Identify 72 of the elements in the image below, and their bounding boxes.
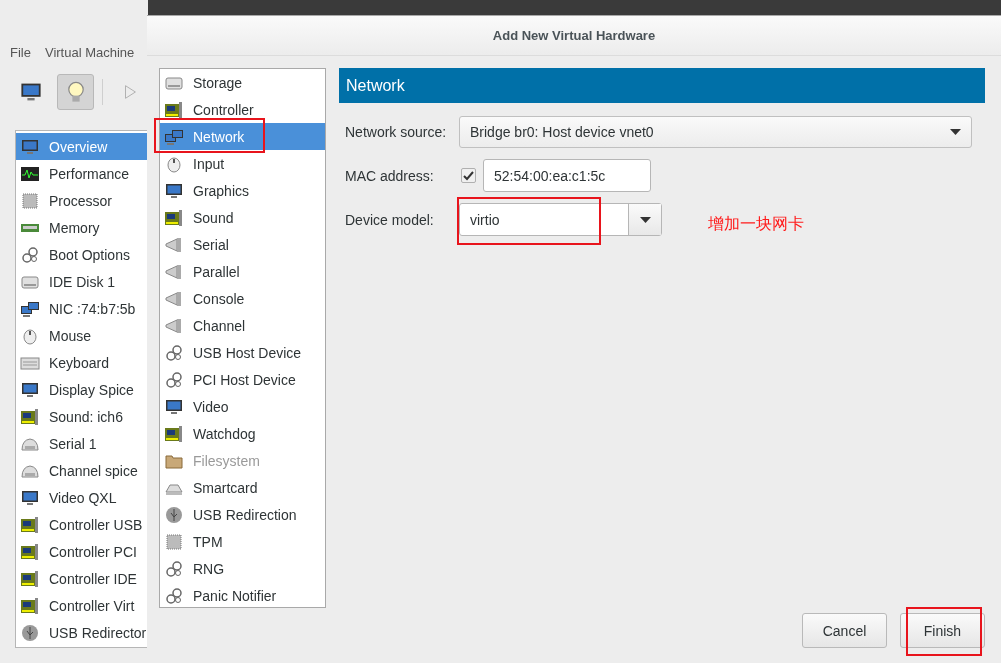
hardware-item[interactable]: Channel spice bbox=[16, 457, 148, 484]
circuit-board-icon bbox=[20, 514, 40, 535]
hardware-item[interactable]: Controller IDE bbox=[16, 565, 148, 592]
hardware-item[interactable]: IDE Disk 1 bbox=[16, 268, 148, 295]
usb-icon bbox=[164, 504, 184, 525]
device-item[interactable]: Panic Notifier bbox=[160, 582, 325, 609]
field-label: Device model: bbox=[345, 211, 435, 228]
section-header: Network bbox=[339, 68, 985, 103]
gears-icon bbox=[164, 342, 184, 363]
hardware-item[interactable]: Boot Options bbox=[16, 241, 148, 268]
circuit-board-icon bbox=[20, 541, 40, 562]
device-item[interactable]: Input bbox=[160, 150, 325, 177]
hardware-item[interactable]: NIC :74:b7:5b bbox=[16, 295, 148, 322]
field-label: MAC address: bbox=[345, 167, 435, 184]
circuit-board-icon bbox=[20, 568, 40, 589]
mac-address-field[interactable]: 52:54:00:ea:c1:5c bbox=[483, 159, 651, 192]
device-item[interactable]: TPM bbox=[160, 528, 325, 555]
chip-icon bbox=[164, 531, 184, 552]
device-item[interactable]: Video bbox=[160, 393, 325, 420]
device-item[interactable]: Controller bbox=[160, 96, 325, 123]
menu-item[interactable]: File bbox=[10, 45, 31, 67]
device-item[interactable]: Console bbox=[160, 285, 325, 312]
hardware-item[interactable]: Video QXL bbox=[16, 484, 148, 511]
hardware-item[interactable]: Controller PCI bbox=[16, 538, 148, 565]
hardware-item[interactable]: Controller Virt bbox=[16, 592, 148, 619]
device-item[interactable]: Parallel bbox=[160, 258, 325, 285]
caret-icon bbox=[950, 129, 961, 135]
hardware-item[interactable]: Controller USB bbox=[16, 511, 148, 538]
dialog-button[interactable]: Cancel bbox=[802, 613, 887, 648]
circuit-board-icon bbox=[20, 406, 40, 427]
circuit-board-icon bbox=[164, 99, 184, 120]
device-item[interactable]: Serial bbox=[160, 231, 325, 258]
device-item[interactable]: Channel bbox=[160, 312, 325, 339]
gears-icon bbox=[164, 585, 184, 606]
hardware-item[interactable]: Sound: ich6 bbox=[16, 403, 148, 430]
device-item[interactable]: Sound bbox=[160, 204, 325, 231]
hardware-item[interactable]: Keyboard bbox=[16, 349, 148, 376]
annotation-text: 增加一块网卡 bbox=[708, 214, 804, 234]
circuit-board-icon bbox=[20, 595, 40, 616]
device-item[interactable]: RNG bbox=[160, 555, 325, 582]
device-item[interactable]: Storage bbox=[160, 69, 325, 96]
circuit-board-icon bbox=[164, 423, 184, 444]
gears-icon bbox=[20, 244, 40, 265]
dialog-button[interactable]: Finish bbox=[900, 613, 985, 648]
hardware-item[interactable]: Mouse bbox=[16, 322, 148, 349]
circuit-board-icon bbox=[164, 207, 184, 228]
gears-icon bbox=[164, 369, 184, 390]
checkbox[interactable] bbox=[461, 168, 476, 183]
gears-icon bbox=[164, 558, 184, 579]
hardware-item[interactable]: Performance bbox=[16, 160, 148, 187]
checkmark-icon bbox=[463, 170, 474, 181]
caret-icon bbox=[639, 216, 651, 223]
device-item[interactable]: PCI Host Device bbox=[160, 366, 325, 393]
device-item[interactable]: USB Host Device bbox=[160, 339, 325, 366]
device-model-combo[interactable]: virtio bbox=[459, 203, 662, 236]
device-item[interactable]: Graphics bbox=[160, 177, 325, 204]
network-source-dropdown[interactable]: Bridge br0: Host device vnet0 bbox=[459, 116, 972, 148]
chip-icon bbox=[20, 190, 40, 211]
usb-icon bbox=[20, 622, 40, 643]
hardware-item[interactable]: Serial 1 bbox=[16, 430, 148, 457]
field-label: Network source: bbox=[345, 124, 448, 140]
menu-item[interactable]: Virtual Machine bbox=[44, 45, 135, 67]
device-item[interactable]: USB Redirection bbox=[160, 501, 325, 528]
dropdown-button[interactable] bbox=[628, 204, 661, 235]
hardware-item[interactable]: Processor bbox=[16, 187, 148, 214]
hardware-item[interactable]: Memory bbox=[16, 214, 148, 241]
device-item[interactable]: Watchdog bbox=[160, 420, 325, 447]
window-title: Add New Virtual Hardware bbox=[492, 28, 656, 43]
hardware-item[interactable]: USB Redirector bbox=[16, 619, 148, 646]
hardware-item[interactable]: Display Spice bbox=[16, 376, 148, 403]
device-item[interactable]: Smartcard bbox=[160, 474, 325, 501]
device-model-field[interactable]: virtio bbox=[460, 204, 628, 235]
